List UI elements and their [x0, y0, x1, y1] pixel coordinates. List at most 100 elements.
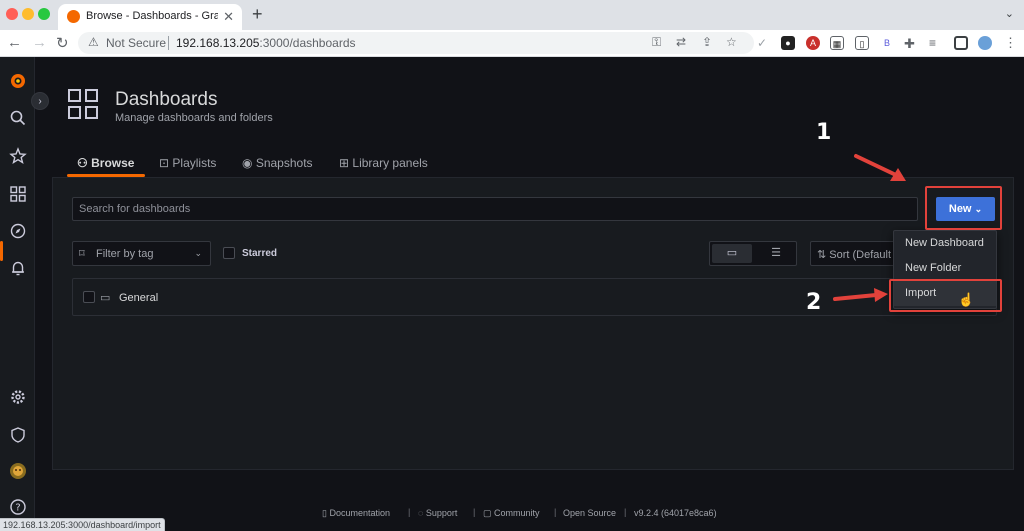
- qr-icon[interactable]: ▦: [830, 36, 844, 50]
- browser-tab-strip: Browse - Dashboards - Grafana ✕ + ⌄: [0, 0, 1024, 30]
- folder-view-button[interactable]: ▭: [712, 244, 752, 263]
- tab-label: Library panels: [352, 156, 428, 170]
- footer-divider: |: [554, 507, 557, 517]
- maximize-window-button[interactable]: [38, 8, 50, 20]
- url-host: 192.168.13.205: [176, 36, 260, 50]
- page-title: Dashboards: [115, 89, 218, 110]
- address-divider: [168, 36, 169, 50]
- active-nav-indicator: [0, 241, 3, 261]
- explore-compass-icon[interactable]: [9, 222, 27, 240]
- tab-label: Browse: [91, 156, 135, 170]
- grafana-favicon-icon: [67, 10, 80, 23]
- menu-item-new-folder[interactable]: New Folder: [894, 256, 996, 281]
- folder-checkbox[interactable]: [83, 291, 95, 303]
- list-icon: ☰: [771, 247, 781, 259]
- chevron-down-icon: ⌄: [194, 248, 202, 258]
- footer-community-link[interactable]: ▢ Community: [483, 508, 540, 519]
- sidepanel-icon[interactable]: [954, 36, 968, 50]
- footer-support-link[interactable]: ◌ Support: [418, 508, 457, 518]
- back-arrow-icon[interactable]: ←: [7, 34, 22, 51]
- user-avatar-icon[interactable]: [9, 462, 27, 480]
- dashboards-icon[interactable]: [9, 185, 27, 203]
- annotation-box-new: [925, 186, 1002, 230]
- annotation-box-import: [889, 279, 1002, 312]
- list-view-button[interactable]: ☰: [756, 244, 796, 263]
- address-bar[interactable]: ⚠ Not Secure 192.168.13.205:3000/dashboa…: [78, 32, 754, 54]
- tab-snapshots[interactable]: ◉ Snapshots: [242, 156, 313, 170]
- playlist-icon[interactable]: ≡: [929, 36, 936, 50]
- cat-extension-icon[interactable]: ●: [781, 36, 795, 50]
- abp-icon[interactable]: A: [806, 36, 820, 50]
- search-icon[interactable]: [9, 109, 27, 127]
- status-bar-url: 192.168.13.205:3000/dashboard/import: [0, 518, 165, 531]
- shield-extension-icon[interactable]: ▯: [855, 36, 869, 50]
- sort-select[interactable]: ⇅ Sort (Default A-Z): [810, 241, 896, 266]
- key-icon[interactable]: ⚿: [652, 35, 661, 50]
- alerting-bell-icon[interactable]: [9, 259, 27, 277]
- browser-toolbar: ← → ↻ ⚠ Not Secure 192.168.13.205:3000/d…: [0, 30, 1024, 57]
- tab-label: Playlists: [172, 156, 217, 170]
- folder-label: General: [119, 292, 159, 304]
- annotation-arrow-1-icon: [854, 154, 906, 181]
- dashboards-header-icon: [67, 88, 99, 125]
- search-placeholder: Search for dashboards: [79, 203, 191, 215]
- footer-documentation-link[interactable]: ▯ Documentation: [322, 508, 390, 519]
- starred-label[interactable]: Starred: [242, 248, 277, 259]
- forward-arrow-icon[interactable]: →: [32, 34, 47, 51]
- annotation-step-1: 1: [816, 120, 832, 145]
- filter-label: Filter by tag: [96, 248, 154, 260]
- page-subtitle: Manage dashboards and folders: [115, 112, 273, 124]
- new-tab-icon[interactable]: +: [252, 4, 263, 25]
- footer-divider: |: [473, 507, 476, 517]
- b-extension-icon[interactable]: B: [880, 36, 894, 50]
- starred-icon[interactable]: [9, 147, 27, 165]
- close-window-button[interactable]: [6, 8, 18, 20]
- puzzle-icon[interactable]: ✚: [904, 36, 915, 52]
- tab-playlists[interactable]: ⊡ Playlists: [159, 156, 216, 170]
- security-label[interactable]: Not Secure: [106, 36, 166, 50]
- sort-label: ⇅ Sort (Default A-Z): [817, 249, 895, 261]
- tab-label: Snapshots: [255, 156, 313, 170]
- annotation-step-2: 2: [806, 290, 822, 315]
- search-input[interactable]: Search for dashboards: [72, 197, 918, 221]
- filter-by-tag-select[interactable]: ⌑ Filter by tag ⌄: [72, 241, 211, 266]
- grafana-logo-icon[interactable]: [9, 72, 27, 90]
- url-path: :3000/dashboards: [259, 36, 356, 50]
- server-admin-shield-icon[interactable]: [9, 426, 27, 444]
- footer-version: v9.2.4 (64017e8ca6): [634, 508, 717, 518]
- footer-divider: |: [624, 507, 627, 517]
- view-mode-toggle: ▭ ☰: [709, 241, 797, 266]
- browser-tab-active[interactable]: Browse - Dashboards - Grafana ✕: [58, 4, 242, 30]
- bookmark-star-icon[interactable]: ☆: [726, 35, 737, 49]
- sitemap-icon: ⚇: [77, 156, 88, 170]
- footer-open-source-link[interactable]: Open Source: [563, 508, 616, 518]
- url-text[interactable]: 192.168.13.205:3000/dashboards: [176, 36, 356, 50]
- configuration-gear-icon[interactable]: [9, 388, 27, 406]
- footer-divider: |: [408, 507, 411, 517]
- tab-browse[interactable]: ⚇ Browse: [77, 156, 134, 170]
- tab-close-icon[interactable]: ✕: [223, 9, 234, 25]
- tab-library-panels[interactable]: ⊞ Library panels: [339, 156, 428, 170]
- tag-icon: ⌑: [79, 248, 85, 260]
- share-icon[interactable]: ⇪: [702, 35, 712, 49]
- hand-cursor-icon: ☝: [958, 292, 975, 307]
- menu-dots-icon[interactable]: ⋮: [1004, 35, 1017, 51]
- reload-icon[interactable]: ↻: [56, 34, 69, 52]
- camera-icon: ◉: [242, 156, 253, 170]
- folder-icon: ▭: [100, 292, 111, 304]
- presentation-icon: ⊡: [159, 156, 170, 170]
- grafana-side-menu: ?: [0, 57, 35, 531]
- tab-search-chevron-icon[interactable]: ⌄: [1005, 7, 1014, 20]
- annotation-arrow-2-icon: [833, 288, 888, 302]
- avatar-icon[interactable]: [978, 36, 992, 50]
- library-panel-icon: ⊞: [339, 156, 350, 170]
- folder-icon: ▭: [726, 247, 738, 259]
- minimize-window-button[interactable]: [22, 8, 34, 20]
- check-icon[interactable]: ✓: [757, 36, 767, 50]
- translate-icon[interactable]: ⇄: [676, 35, 686, 49]
- menu-item-new-dashboard[interactable]: New Dashboard: [894, 231, 996, 256]
- dock-menu-chevron-icon[interactable]: ›: [31, 92, 49, 110]
- tab-title: Browse - Dashboards - Grafana: [86, 10, 218, 22]
- starred-checkbox[interactable]: [223, 247, 235, 259]
- warning-icon[interactable]: ⚠: [88, 35, 99, 49]
